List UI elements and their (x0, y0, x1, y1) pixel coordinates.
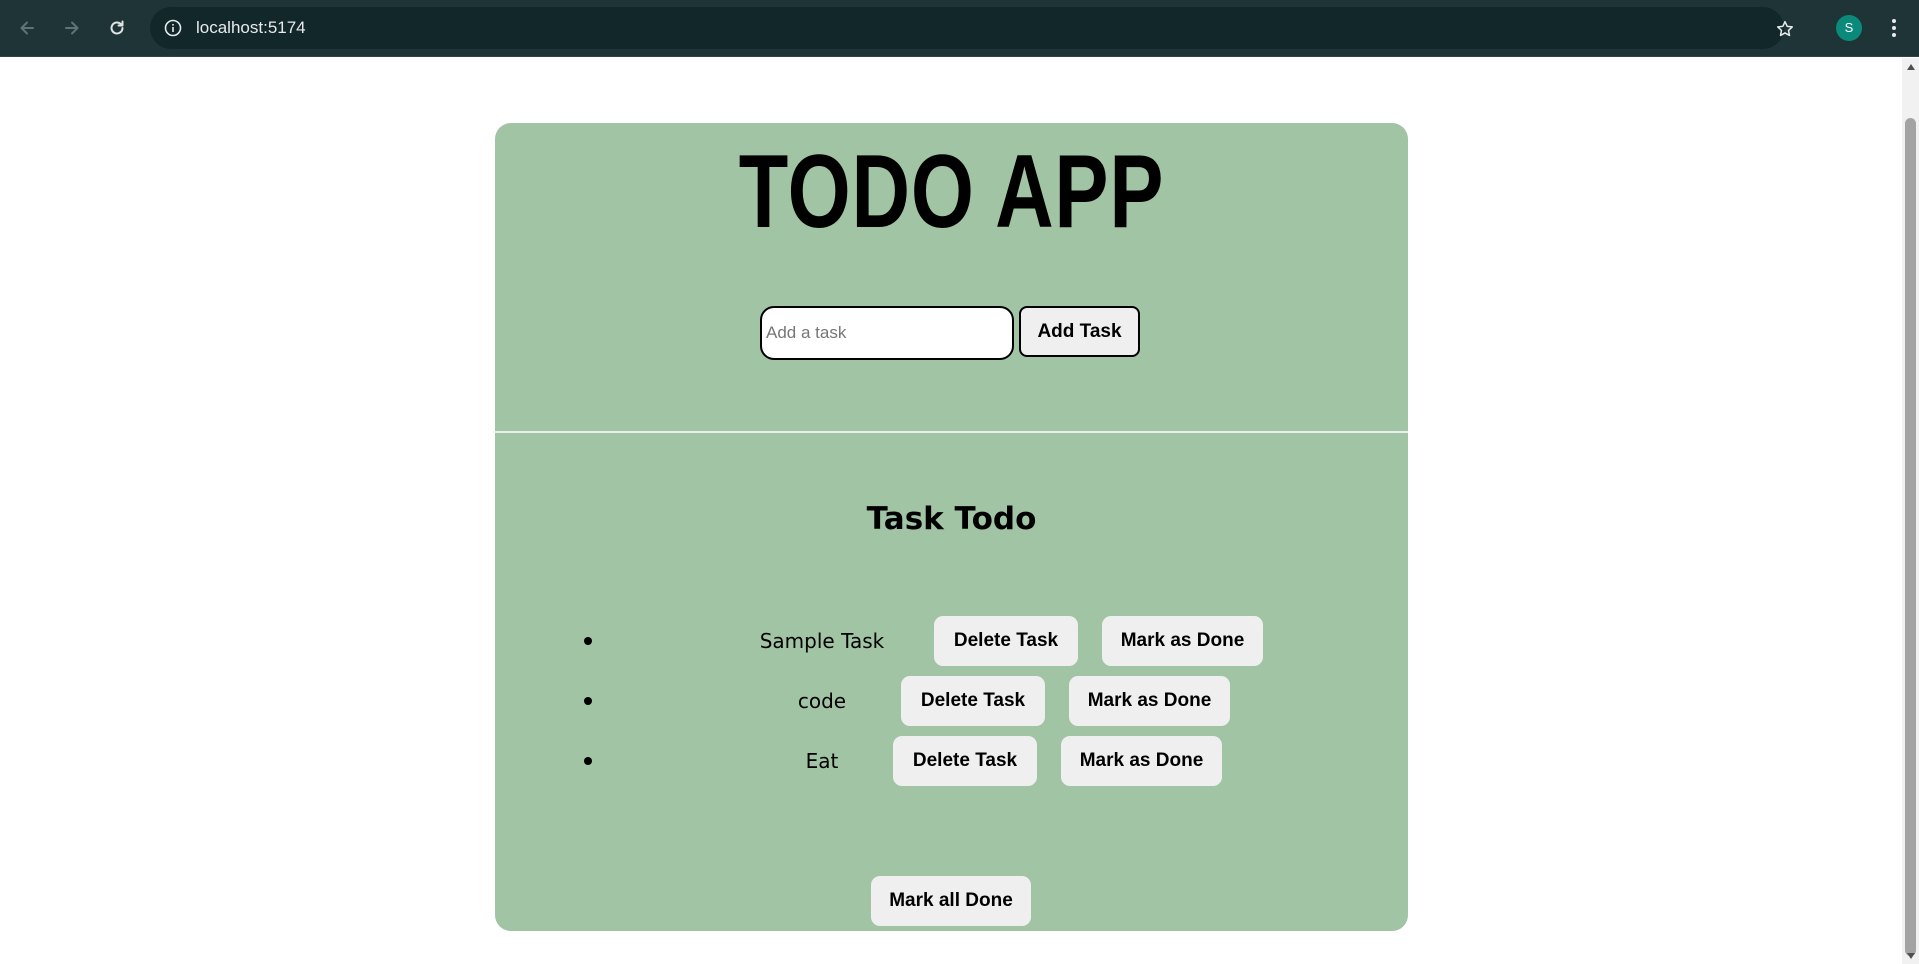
mark-done-button[interactable]: Mark as Done (1061, 736, 1222, 786)
todo-app-card: TODO APP Add Task Task Todo Sample Task … (495, 123, 1408, 931)
task-input[interactable] (760, 306, 1014, 360)
bullet-icon (584, 637, 592, 645)
task-text: Sample Task (759, 629, 885, 653)
app-title: TODO APP (738, 134, 1165, 250)
task-item: Sample Task Delete Task Mark as Done (495, 616, 1408, 666)
bullet-icon (584, 697, 592, 705)
scroll-down-arrow-icon[interactable] (1902, 947, 1919, 964)
bullet-icon (584, 757, 592, 765)
profile-avatar[interactable]: S (1836, 15, 1862, 41)
bookmark-star-icon[interactable] (1770, 14, 1800, 44)
back-button[interactable] (9, 10, 45, 46)
site-info-icon[interactable] (160, 15, 186, 41)
task-list-heading: Task Todo (866, 501, 1037, 537)
delete-task-button[interactable]: Delete Task (934, 616, 1078, 666)
mark-all-done-button[interactable]: Mark all Done (871, 876, 1031, 926)
scroll-up-arrow-icon[interactable] (1902, 58, 1919, 75)
kebab-menu-icon[interactable] (1880, 12, 1908, 44)
page-scrollbar[interactable] (1902, 58, 1919, 964)
mark-done-button[interactable]: Mark as Done (1069, 676, 1230, 726)
url-text[interactable]: localhost:5174 (196, 7, 306, 49)
address-bar[interactable]: localhost:5174 (150, 7, 1784, 49)
task-text: Eat (805, 749, 839, 773)
delete-task-button[interactable]: Delete Task (901, 676, 1045, 726)
task-item: Eat Delete Task Mark as Done (495, 736, 1408, 786)
delete-task-button[interactable]: Delete Task (893, 736, 1037, 786)
section-divider (495, 431, 1408, 433)
task-text: code (797, 689, 847, 713)
add-task-button[interactable]: Add Task (1019, 306, 1140, 357)
forward-arrow-icon (65, 21, 79, 35)
browser-toolbar: localhost:5174 S (0, 0, 1919, 57)
back-arrow-icon (20, 21, 34, 35)
forward-button[interactable] (54, 10, 90, 46)
mark-done-button[interactable]: Mark as Done (1102, 616, 1263, 666)
scrollbar-thumb[interactable] (1905, 118, 1916, 956)
reload-button[interactable] (99, 10, 135, 46)
task-item: code Delete Task Mark as Done (495, 676, 1408, 726)
reload-icon (110, 20, 124, 35)
